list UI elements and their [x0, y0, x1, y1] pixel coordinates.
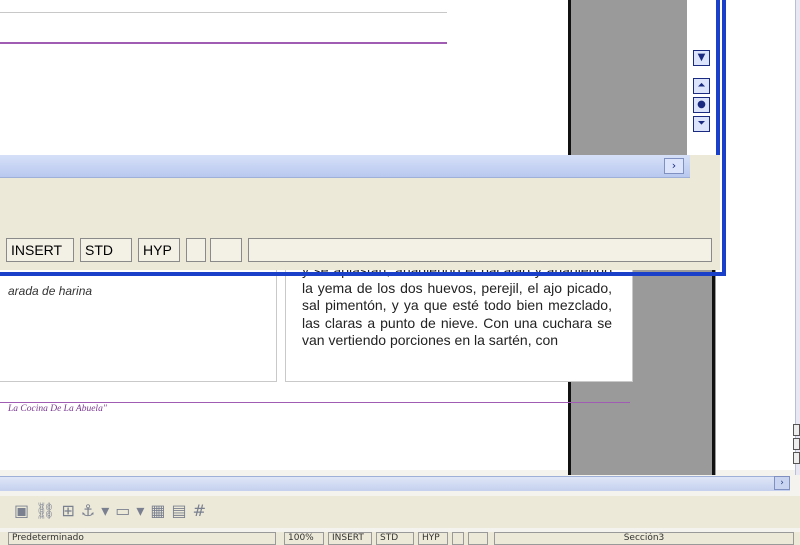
- front-window-frame: [0, 0, 726, 276]
- page-edge-lower: [712, 268, 715, 475]
- scroll-next-button[interactable]: [793, 452, 800, 464]
- border-icon[interactable]: ▭: [115, 501, 136, 520]
- chart-icon[interactable]: ▤: [172, 501, 193, 520]
- scroll-prev-button[interactable]: [793, 424, 800, 436]
- scroll-nav-button[interactable]: [793, 438, 800, 450]
- toolbar-icons: ▣⛓⊞⚓▾▭▾▦▤#: [14, 501, 212, 520]
- footer-rule: [0, 402, 630, 403]
- main-scroll-right-button[interactable]: ›: [774, 476, 790, 490]
- chevron-down-icon[interactable]: ▾: [101, 501, 115, 520]
- insert-mode-field[interactable]: INSERT: [6, 238, 74, 262]
- chevron-down-icon[interactable]: ▾: [136, 501, 150, 520]
- status-cell-empty: [468, 532, 488, 545]
- left-frame-text: arada de harina: [8, 284, 93, 298]
- page-style-field[interactable]: Predeterminado: [8, 532, 276, 545]
- selection-mode-field[interactable]: STD: [80, 238, 132, 262]
- wrap-icon[interactable]: ⊞: [61, 501, 80, 520]
- footer-text: La Cocina De La Abuela": [8, 404, 107, 414]
- status-cell-empty: [186, 238, 206, 262]
- anchor-icon[interactable]: ⚓: [81, 501, 101, 520]
- main-horizontal-scrollbar[interactable]: [0, 476, 790, 491]
- table-icon[interactable]: ▦: [150, 501, 171, 520]
- section-field: [248, 238, 712, 262]
- main-status-bar: Predeterminado 100% INSERT STD HYP Secci…: [0, 532, 800, 545]
- insert-mode-field[interactable]: INSERT: [328, 532, 372, 545]
- status-cell-empty: [452, 532, 464, 545]
- section-field: Sección3: [494, 532, 794, 545]
- status-cell-empty: [210, 238, 242, 262]
- link-icon[interactable]: ⛓: [35, 501, 61, 520]
- zoom-field[interactable]: 100%: [284, 532, 324, 545]
- selection-mode-field[interactable]: STD: [376, 532, 414, 545]
- grid-icon[interactable]: #: [193, 501, 212, 520]
- main-vertical-scrollbar[interactable]: [795, 0, 800, 475]
- hyperlink-mode-field[interactable]: HYP: [418, 532, 448, 545]
- hyperlink-mode-field[interactable]: HYP: [138, 238, 180, 262]
- frame-icon[interactable]: ▣: [14, 501, 35, 520]
